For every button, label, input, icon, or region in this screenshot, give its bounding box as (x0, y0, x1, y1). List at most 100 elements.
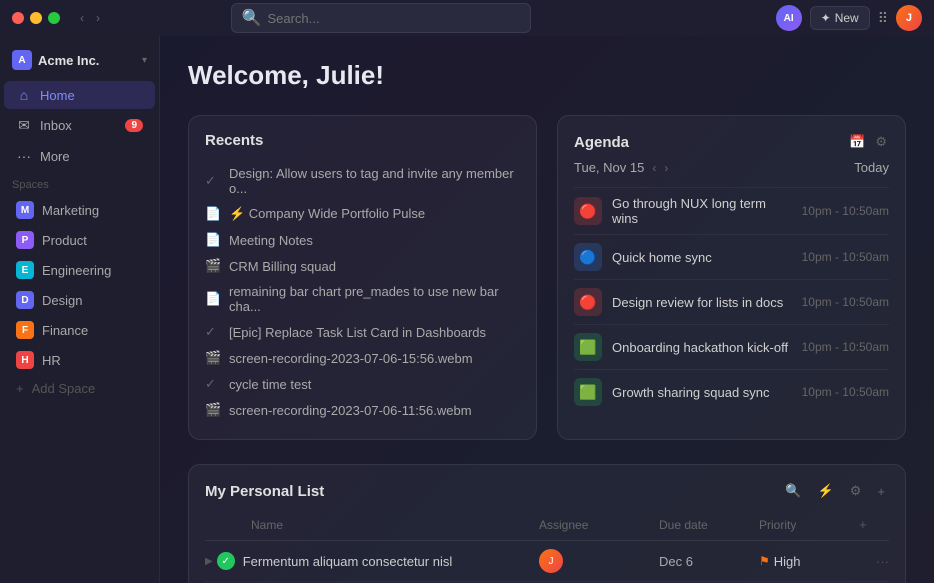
user-avatar[interactable]: J (896, 5, 922, 31)
space-label: Finance (42, 323, 88, 338)
workspace-selector[interactable]: A Acme Inc. ▾ (0, 44, 159, 76)
video-icon: 🎬 (205, 258, 221, 274)
agenda-item[interactable]: 🔴 Design review for lists in docs 10pm -… (574, 279, 889, 324)
avatar: J (539, 549, 563, 573)
today-button[interactable]: Today (854, 160, 889, 175)
minimize-dot[interactable] (30, 12, 42, 24)
priority-flag-icon: ⚑ (759, 554, 770, 568)
doc-icon: 📄 (205, 232, 221, 248)
doc-icon: 📄 (205, 206, 221, 222)
recent-item[interactable]: ✓ [Epic] Replace Task List Card in Dashb… (205, 319, 520, 345)
main-layout: A Acme Inc. ▾ ⌂ Home ✉ Inbox 9 ··· More … (0, 36, 934, 583)
recent-item-text: Meeting Notes (229, 233, 313, 248)
home-icon: ⌂ (16, 87, 32, 103)
add-space-button[interactable]: + Add Space (4, 376, 155, 401)
check-icon: ✓ (205, 376, 221, 392)
agenda-item[interactable]: 🔵 Quick home sync 10pm - 10:50am (574, 234, 889, 279)
recent-item[interactable]: 🎬 screen-recording-2023-07-06-15:56.webm (205, 345, 520, 371)
sidebar-item-more[interactable]: ··· More (4, 142, 155, 170)
close-dot[interactable] (12, 12, 24, 24)
agenda-item-icon: 🔴 (574, 197, 602, 225)
recent-item[interactable]: ✓ cycle time test (205, 371, 520, 397)
sidebar-item-hr[interactable]: H HR (4, 346, 155, 374)
sidebar-item-marketing[interactable]: M Marketing (4, 196, 155, 224)
priority-col-header: Priority (759, 518, 859, 532)
recent-item-text: ⚡ Company Wide Portfolio Pulse (229, 206, 425, 222)
workspace-icon: A (12, 50, 32, 70)
ai-badge[interactable]: AI (776, 5, 802, 31)
plus-icon: + (16, 381, 24, 396)
list-header: My Personal List 🔍 ⚡ ⚙ + (205, 481, 889, 501)
recent-item-text: screen-recording-2023-07-06-11:56.webm (229, 403, 472, 418)
forward-button[interactable]: › (92, 9, 104, 27)
nav-arrows: ‹ › (76, 9, 104, 27)
video-icon: 🎬 (205, 350, 221, 366)
sidebar-item-design[interactable]: D Design (4, 286, 155, 314)
search-bar[interactable]: 🔍 (231, 3, 531, 33)
titlebar-right: AI ✦ New ⠿ J (776, 5, 922, 31)
maximize-dot[interactable] (48, 12, 60, 24)
grid-icon[interactable]: ⠿ (878, 10, 888, 27)
recent-item[interactable]: 🎬 CRM Billing squad (205, 253, 520, 279)
star-icon: ✦ (821, 11, 831, 25)
agenda-item[interactable]: 🔴 Go through NUX long term wins 10pm - 1… (574, 187, 889, 234)
sidebar-item-product[interactable]: P Product (4, 226, 155, 254)
recent-item-text: [Epic] Replace Task List Card in Dashboa… (229, 325, 486, 340)
task-more-button[interactable]: ··· (859, 554, 889, 569)
calendar-icon-button[interactable]: 📅 (847, 132, 867, 152)
inbox-icon: ✉ (16, 117, 32, 134)
spaces-section-label: Spaces (0, 171, 159, 195)
expand-icon[interactable]: ▶ (205, 556, 213, 567)
agenda-item-time: 10pm - 10:50am (802, 204, 889, 218)
back-button[interactable]: ‹ (76, 9, 88, 27)
priority-label: High (774, 554, 801, 569)
agenda-item-name: Design review for lists in docs (612, 295, 792, 310)
sidebar-item-home[interactable]: ⌂ Home (4, 81, 155, 109)
check-icon: ✓ (205, 324, 221, 340)
table-header: Name Assignee Due date Priority + (205, 513, 889, 541)
search-input[interactable] (267, 11, 519, 26)
task-status-done: ✓ (217, 552, 235, 570)
recent-item[interactable]: ✓ Design: Allow users to tag and invite … (205, 161, 520, 201)
assignee-col-header: Assignee (539, 518, 659, 532)
task-due-date: Dec 6 (659, 554, 759, 569)
recent-item[interactable]: 📄 remaining bar chart pre_mades to use n… (205, 279, 520, 319)
new-button[interactable]: ✦ New (810, 6, 870, 30)
recent-item-text: cycle time test (229, 377, 311, 392)
sidebar-item-finance[interactable]: F Finance (4, 316, 155, 344)
agenda-item[interactable]: 🟩 Growth sharing squad sync 10pm - 10:50… (574, 369, 889, 414)
add-list-button[interactable]: + (873, 482, 889, 501)
chevron-down-icon: ▾ (142, 55, 147, 66)
next-date-button[interactable]: › (664, 161, 668, 175)
settings-icon-button[interactable]: ⚙ (873, 132, 889, 152)
agenda-date-row: Tue, Nov 15 ‹ › Today (574, 160, 889, 175)
add-col-button[interactable]: + (859, 517, 867, 532)
recent-item-text: Design: Allow users to tag and invite an… (229, 166, 520, 196)
check-icon: ✓ (205, 173, 221, 189)
recent-item[interactable]: 📄 ⚡ Company Wide Portfolio Pulse (205, 201, 520, 227)
sidebar-item-label: Inbox (40, 118, 72, 133)
recent-item[interactable]: 📄 Meeting Notes (205, 227, 520, 253)
filter-list-button[interactable]: ⚡ (814, 481, 838, 501)
space-avatar: M (16, 201, 34, 219)
space-label: Engineering (42, 263, 111, 278)
agenda-item-name: Onboarding hackathon kick-off (612, 340, 792, 355)
agenda-item-time: 10pm - 10:50am (802, 340, 889, 354)
search-list-button[interactable]: 🔍 (781, 481, 805, 501)
agenda-item[interactable]: 🟩 Onboarding hackathon kick-off 10pm - 1… (574, 324, 889, 369)
actions-col-header: + (859, 517, 889, 532)
list-actions: 🔍 ⚡ ⚙ + (781, 481, 889, 501)
space-label: Design (42, 293, 82, 308)
table-row[interactable]: ▶ ✓ Fermentum aliquam consectetur nisl J… (205, 541, 889, 582)
recent-item[interactable]: 🎬 screen-recording-2023-07-06-11:56.webm (205, 397, 520, 423)
top-section: Recents ✓ Design: Allow users to tag and… (188, 115, 906, 440)
agenda-item-time: 10pm - 10:50am (802, 250, 889, 264)
recents-title: Recents (205, 132, 520, 149)
agenda-header: Agenda 📅 ⚙ (574, 132, 889, 152)
sidebar-item-inbox[interactable]: ✉ Inbox 9 (4, 111, 155, 140)
titlebar: ‹ › 🔍 AI ✦ New ⠿ J (0, 0, 934, 36)
doc-icon: 📄 (205, 291, 221, 307)
settings-list-button[interactable]: ⚙ (846, 481, 866, 501)
prev-date-button[interactable]: ‹ (652, 161, 656, 175)
sidebar-item-engineering[interactable]: E Engineering (4, 256, 155, 284)
